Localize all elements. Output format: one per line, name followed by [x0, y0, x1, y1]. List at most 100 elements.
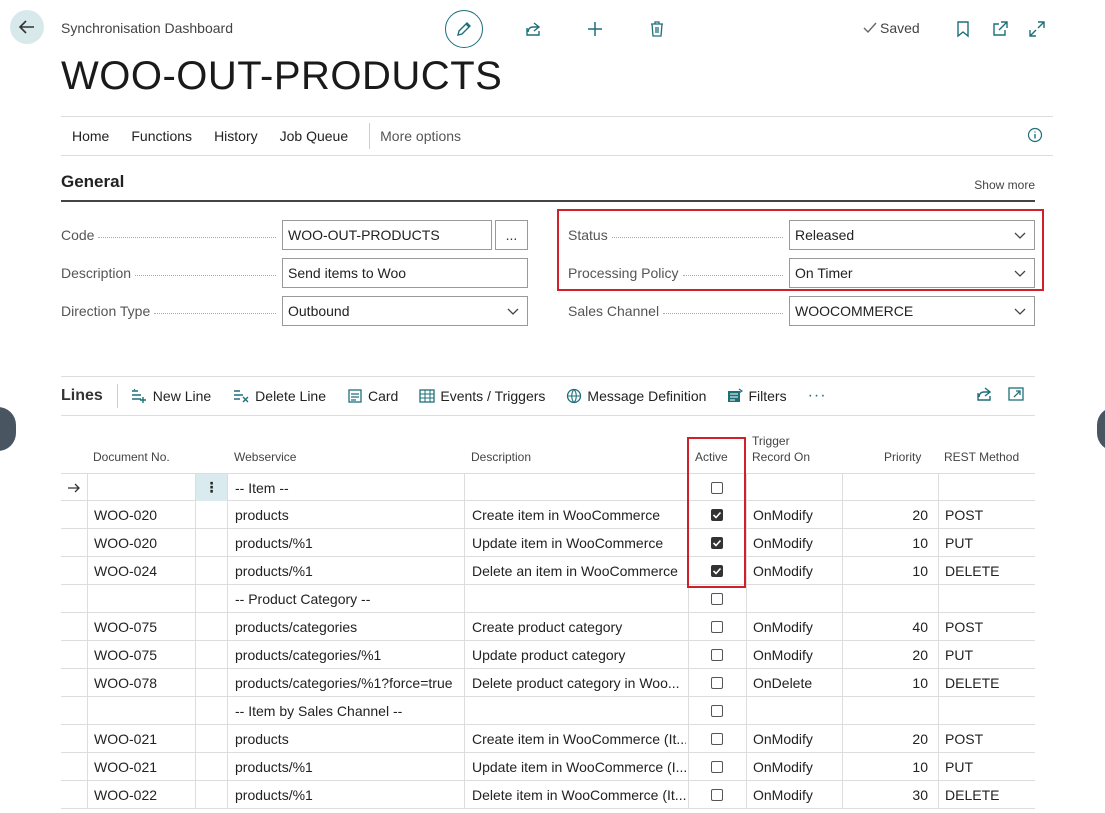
table-row[interactable]: WOO-022 products/%1 Delete item in WooComm… — [61, 781, 1035, 809]
cell-priority[interactable]: 10 — [846, 753, 928, 780]
cell-webservice[interactable]: products/%1 — [235, 557, 460, 584]
cell-description[interactable]: Create product category — [472, 613, 686, 640]
cell-description[interactable] — [472, 585, 686, 612]
left-scroll-handle[interactable] — [0, 407, 16, 451]
cell-trigger-record-on[interactable] — [753, 585, 838, 612]
table-row[interactable]: WOO-024 products/%1 Delete an item in WooC… — [61, 557, 1035, 585]
table-row[interactable]: WOO-075 products/categories/%1 Update prod… — [61, 641, 1035, 669]
row-menu-button[interactable]: ⋮ — [196, 474, 227, 501]
cell-priority[interactable]: 10 — [846, 669, 928, 696]
menu-history[interactable]: History — [203, 128, 269, 144]
cell-description[interactable] — [472, 697, 686, 724]
active-checkbox[interactable] — [711, 676, 723, 689]
table-row[interactable]: WOO-020 products Create item in WooCommerc… — [61, 501, 1035, 529]
cell-webservice[interactable]: products/%1 — [235, 529, 460, 556]
delete-line-button[interactable]: Delete Line — [232, 388, 326, 404]
cell-description[interactable]: Update item in WooCommerce — [472, 529, 686, 556]
active-checkbox[interactable] — [711, 760, 723, 773]
cell-webservice[interactable]: products/categories/%1?force=true — [235, 669, 460, 696]
back-button[interactable] — [10, 10, 44, 44]
cell-document-no[interactable]: WOO-020 — [94, 529, 189, 556]
general-section-title[interactable]: General — [61, 172, 124, 191]
cell-document-no[interactable]: WOO-021 — [94, 725, 189, 752]
cell-trigger-record-on[interactable]: OnDelete — [753, 669, 838, 696]
cell-webservice[interactable]: products/categories/%1 — [235, 641, 460, 668]
cell-description[interactable]: Create item in WooCommerce — [472, 501, 686, 528]
message-definition-button[interactable]: Message Definition — [566, 388, 706, 404]
table-row[interactable]: WOO-078 products/categories/%1?force=true… — [61, 669, 1035, 697]
expand-button[interactable] — [1025, 17, 1049, 41]
cell-trigger-record-on[interactable]: OnModify — [753, 725, 838, 752]
cell-webservice[interactable]: -- Item by Sales Channel -- — [235, 697, 460, 724]
cell-webservice[interactable]: products/%1 — [235, 753, 460, 780]
cell-document-no[interactable] — [94, 697, 189, 724]
table-row[interactable]: WOO-021 products Create item in WooCommerc… — [61, 725, 1035, 753]
lines-title[interactable]: Lines — [61, 387, 117, 405]
cell-description[interactable] — [472, 474, 686, 501]
lines-open-button[interactable] — [1007, 385, 1025, 406]
cell-rest-method[interactable]: DELETE — [945, 557, 1033, 584]
share-button[interactable] — [521, 17, 545, 41]
cell-priority[interactable] — [846, 697, 928, 724]
cell-webservice[interactable]: products/categories — [235, 613, 460, 640]
sales-channel-select[interactable]: WOOCOMMERCE — [789, 296, 1035, 326]
filters-button[interactable]: Filters — [727, 388, 787, 404]
active-checkbox[interactable] — [711, 788, 723, 801]
cell-rest-method[interactable]: PUT — [945, 753, 1033, 780]
cell-document-no[interactable]: WOO-022 — [94, 781, 189, 808]
edit-button[interactable] — [445, 10, 483, 48]
table-row[interactable]: WOO-020 products/%1 Update item in WooComm… — [61, 529, 1035, 557]
menu-home[interactable]: Home — [61, 128, 120, 144]
cell-description[interactable]: Update item in WooCommerce (I... — [472, 753, 686, 780]
cell-priority[interactable]: 30 — [846, 781, 928, 808]
table-row[interactable]: WOO-075 products/categories Create product… — [61, 613, 1035, 641]
cell-priority[interactable] — [846, 585, 928, 612]
cell-document-no[interactable] — [94, 474, 189, 501]
cell-rest-method[interactable]: DELETE — [945, 781, 1033, 808]
cell-description[interactable]: Delete item in WooCommerce (It... — [472, 781, 686, 808]
new-button[interactable] — [583, 17, 607, 41]
cell-description[interactable]: Create item in WooCommerce (It... — [472, 725, 686, 752]
cell-document-no[interactable]: WOO-075 — [94, 613, 189, 640]
cell-priority[interactable]: 40 — [846, 613, 928, 640]
direction-type-select[interactable]: Outbound — [282, 296, 528, 326]
delete-button[interactable] — [645, 17, 669, 41]
open-new-window-button[interactable] — [988, 17, 1012, 41]
cell-description[interactable]: Delete an item in WooCommerce — [472, 557, 686, 584]
lines-more-button[interactable]: ··· — [808, 387, 827, 405]
cell-trigger-record-on[interactable] — [753, 474, 838, 501]
right-scroll-handle[interactable] — [1097, 407, 1105, 451]
col-rest-method[interactable]: REST Method — [944, 449, 1019, 465]
cell-description[interactable]: Delete product category in Woo... — [472, 669, 686, 696]
card-button[interactable]: Card — [347, 388, 398, 404]
cell-webservice[interactable]: products/%1 — [235, 781, 460, 808]
col-document-no[interactable]: Document No. — [93, 449, 170, 465]
table-row[interactable]: ⋮ -- Item -- — [61, 473, 1035, 502]
cell-rest-method[interactable] — [945, 697, 1033, 724]
cell-rest-method[interactable] — [945, 474, 1033, 501]
cell-priority[interactable]: 20 — [846, 725, 928, 752]
cell-rest-method[interactable] — [945, 585, 1033, 612]
cell-document-no[interactable]: WOO-021 — [94, 753, 189, 780]
code-field[interactable]: WOO-OUT-PRODUCTS — [282, 220, 492, 250]
menu-job-queue[interactable]: Job Queue — [269, 128, 360, 144]
cell-priority[interactable]: 20 — [846, 641, 928, 668]
bookmark-button[interactable] — [951, 17, 975, 41]
events-triggers-button[interactable]: Events / Triggers — [419, 388, 545, 404]
code-assist-button[interactable]: ... — [495, 220, 528, 250]
description-field[interactable]: Send items to Woo — [282, 258, 528, 288]
col-description[interactable]: Description — [471, 449, 531, 465]
cell-document-no[interactable]: WOO-020 — [94, 501, 189, 528]
active-checkbox[interactable] — [711, 704, 723, 717]
cell-document-no[interactable] — [94, 585, 189, 612]
info-button[interactable] — [1027, 127, 1043, 146]
active-checkbox[interactable] — [711, 732, 723, 745]
col-webservice[interactable]: Webservice — [234, 449, 296, 465]
cell-rest-method[interactable]: PUT — [945, 529, 1033, 556]
cell-priority[interactable]: 20 — [846, 501, 928, 528]
cell-trigger-record-on[interactable] — [753, 697, 838, 724]
cell-trigger-record-on[interactable]: OnModify — [753, 501, 838, 528]
cell-rest-method[interactable]: DELETE — [945, 669, 1033, 696]
cell-webservice[interactable]: products — [235, 501, 460, 528]
cell-trigger-record-on[interactable]: OnModify — [753, 641, 838, 668]
